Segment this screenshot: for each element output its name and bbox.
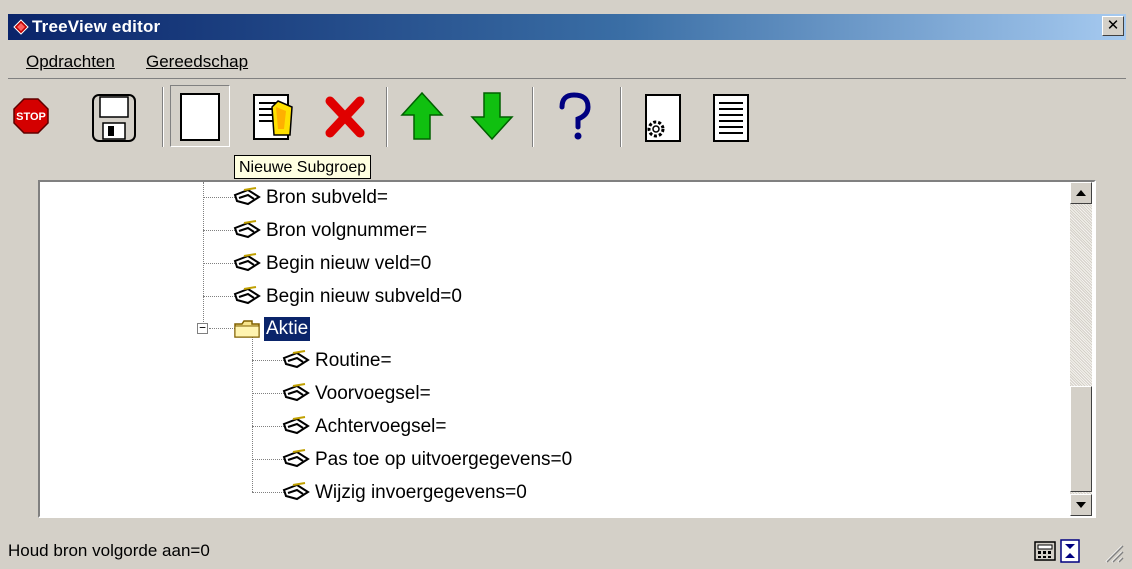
blank-page-icon	[180, 93, 220, 141]
edit-document-icon	[253, 94, 293, 140]
treeview-editor-window: TreeView editor ✕ Opdrachten Gereedschap…	[0, 0, 1132, 569]
property-icon	[282, 416, 310, 435]
move-down-button[interactable]	[464, 85, 524, 147]
property-icon	[233, 220, 261, 239]
tree-connector-line	[252, 459, 284, 460]
stop-sign-label: STOP	[16, 111, 46, 123]
folder-icon	[234, 320, 260, 338]
status-bar: Houd bron volgorde aan=0	[8, 536, 1126, 566]
tree-item-label: Begin nieuw veld=0	[266, 253, 432, 274]
app-icon	[13, 19, 29, 35]
move-up-button[interactable]	[394, 85, 454, 147]
green-down-arrow-icon	[470, 92, 514, 141]
tree-item-label: Routine=	[315, 350, 392, 371]
tree-item-label: Bron volgnummer=	[266, 220, 428, 241]
tree-connector-line	[203, 263, 235, 264]
property-icon	[282, 383, 310, 402]
toolbar-separator	[162, 87, 164, 147]
property-icon	[233, 286, 261, 305]
question-mark-icon	[559, 92, 591, 140]
vertical-scrollbar[interactable]	[1070, 182, 1092, 516]
tree-connector-line	[252, 393, 284, 394]
menu-gereedschap-label: Gereedschap	[146, 52, 249, 71]
calculator-icon[interactable]	[1032, 536, 1058, 564]
green-up-arrow-icon	[400, 91, 444, 140]
collapse-toggle[interactable]: −	[197, 322, 208, 334]
menu-opdrachten[interactable]: Opdrachten	[26, 52, 115, 72]
settings-button[interactable]	[634, 85, 694, 147]
tooltip: Nieuwe Subgroep	[234, 155, 372, 179]
tree-connector-line	[203, 230, 235, 231]
scroll-down-button[interactable]	[1070, 494, 1092, 516]
stop-button[interactable]: STOP	[8, 85, 68, 147]
up-triangle-icon	[1076, 190, 1086, 196]
tree-view[interactable]: − Bron subveld= Bron volgnummer= Begin n…	[38, 180, 1096, 518]
edit-button[interactable]	[248, 85, 308, 147]
tree-connector-line	[252, 426, 284, 427]
tree-connector-line	[252, 492, 284, 493]
toolbar: STOP	[8, 78, 1126, 155]
property-icon	[282, 350, 310, 369]
red-x-icon	[325, 96, 365, 138]
floppy-disk-icon	[92, 94, 136, 142]
status-text: Houd bron volgorde aan=0	[8, 541, 210, 560]
gear-document-icon	[645, 94, 681, 142]
toolbar-separator	[532, 87, 534, 147]
new-subgroup-button[interactable]	[170, 85, 230, 147]
tree-item-label: Begin nieuw subveld=0	[266, 286, 462, 307]
menu-gereedschap[interactable]: Gereedschap	[146, 52, 248, 72]
tree-item-label: Pas toe op uitvoergegevens=0	[315, 449, 573, 470]
close-button[interactable]: ✕	[1102, 16, 1124, 36]
toolbar-separator	[620, 87, 622, 147]
tree-item-label: Voorvoegsel=	[315, 383, 431, 404]
tree-connector-line	[252, 332, 253, 492]
tree-folder-label: Aktie	[262, 316, 312, 342]
tree-connector-line	[203, 197, 235, 198]
help-button[interactable]	[548, 85, 608, 147]
window-title: TreeView editor	[32, 17, 161, 36]
scroll-up-button[interactable]	[1070, 182, 1092, 204]
expand-icon[interactable]	[1058, 536, 1084, 564]
tree-connector-line	[203, 182, 204, 334]
tree-connector-line	[252, 360, 284, 361]
save-button[interactable]	[88, 85, 148, 147]
property-icon	[233, 253, 261, 272]
property-icon	[282, 449, 310, 468]
resize-grip-icon[interactable]	[1098, 536, 1124, 564]
toolbar-separator	[386, 87, 388, 147]
property-icon	[233, 187, 261, 206]
scroll-thumb[interactable]	[1070, 386, 1092, 492]
list-document-icon	[713, 94, 749, 142]
delete-button[interactable]	[318, 85, 378, 147]
list-button[interactable]	[704, 85, 764, 147]
property-icon	[282, 482, 310, 501]
down-triangle-icon	[1076, 502, 1086, 508]
title-bar[interactable]: TreeView editor ✕	[8, 14, 1126, 40]
menu-opdrachten-label: Opdrachten	[26, 52, 115, 71]
tree-item-label: Wijzig invoergegevens=0	[315, 482, 527, 503]
tree-item-label: Achtervoegsel=	[315, 416, 447, 437]
tree-item-label: Bron subveld=	[266, 187, 388, 208]
tree-connector-line	[203, 296, 235, 297]
stop-sign-icon: STOP	[13, 98, 49, 134]
